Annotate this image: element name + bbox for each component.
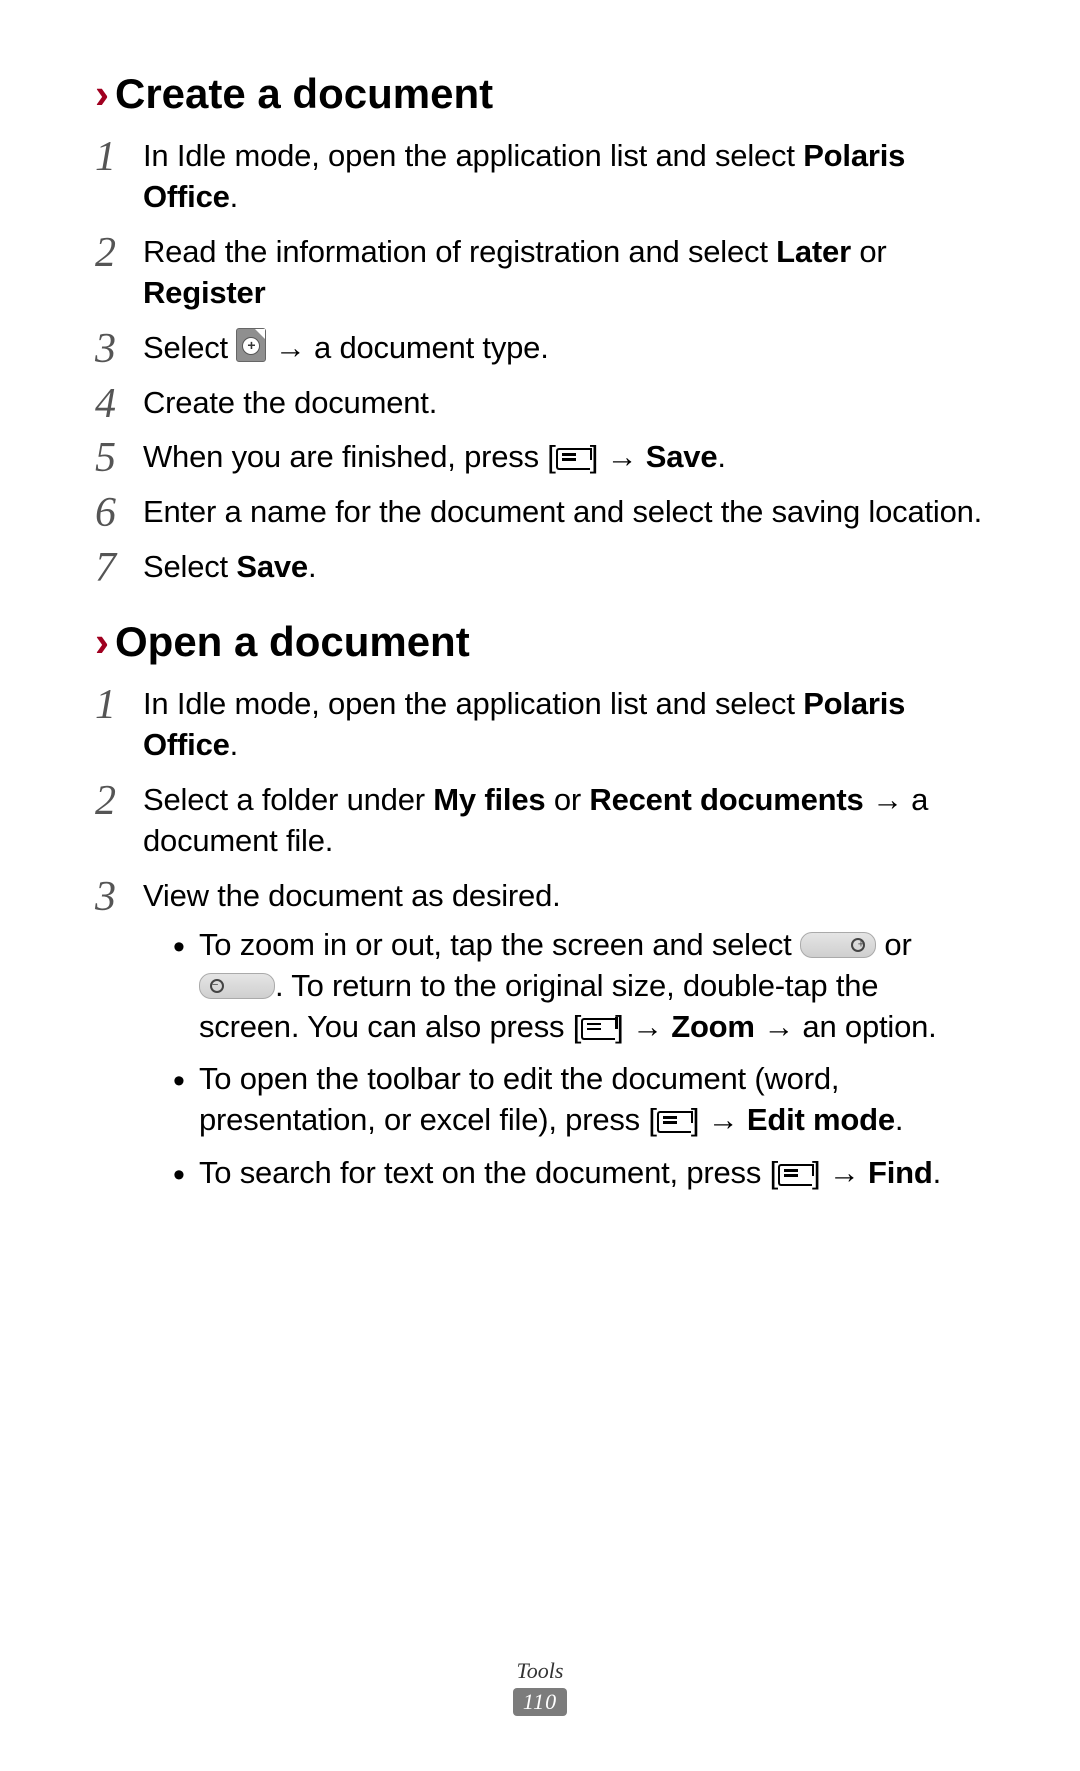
menu-key-icon [581, 1018, 615, 1040]
step-text: View the document as desired. [143, 878, 561, 913]
manual-page: ›Create a document 1 In Idle mode, open … [0, 0, 1080, 1771]
step-text: . [717, 439, 725, 474]
heading-text: Create a document [115, 70, 493, 117]
heading-create-document: ›Create a document [95, 70, 985, 118]
chevron-right-icon: › [95, 70, 109, 117]
step-item: 7 Select Save. [95, 547, 985, 588]
menu-key-icon [778, 1164, 812, 1186]
steps-create: 1 In Idle mode, open the application lis… [95, 136, 985, 588]
heading-text: Open a document [115, 618, 470, 665]
bold-text: Save [236, 549, 308, 584]
step-text: In Idle mode, open the application list … [143, 138, 803, 173]
bold-text: Find [868, 1155, 933, 1190]
step-item: 1 In Idle mode, open the application lis… [95, 136, 985, 218]
bullet-item: To open the toolbar to edit the document… [171, 1059, 985, 1141]
step-text: When you are finished, press [ [143, 439, 556, 474]
step-item: 5 When you are finished, press [] → Save… [95, 437, 985, 478]
step-text: ] → [590, 439, 646, 474]
page-number: 110 [513, 1688, 567, 1716]
step-text: → a document type. [266, 330, 548, 365]
step-text: . [230, 179, 238, 214]
zoom-in-icon [800, 932, 876, 958]
footer-section-label: Tools [0, 1658, 1080, 1684]
bullet-text: To zoom in or out, tap the screen and se… [199, 927, 800, 962]
step-text: Select a folder under [143, 782, 433, 817]
step-text: In Idle mode, open the application list … [143, 686, 803, 721]
step-item: 3 View the document as desired. To zoom … [95, 876, 985, 1194]
bullet-text: ] → [691, 1102, 747, 1137]
step-text: Select [143, 549, 236, 584]
bullet-text: ] → [615, 1009, 671, 1044]
bold-text: Register [143, 275, 265, 310]
step-text: . [308, 549, 316, 584]
step-item: 2 Select a folder under My files or Rece… [95, 780, 985, 862]
new-document-icon [236, 328, 266, 362]
step-text: or [851, 234, 887, 269]
bold-text: Recent documents [589, 782, 863, 817]
step-item: 1 In Idle mode, open the application lis… [95, 684, 985, 766]
menu-key-icon [657, 1111, 691, 1133]
bullet-item: To search for text on the document, pres… [171, 1153, 985, 1194]
bullet-text: ] → [812, 1155, 868, 1190]
step-item: 3 Select → a document type. [95, 328, 985, 369]
zoom-out-icon [199, 973, 275, 999]
bullet-item: To zoom in or out, tap the screen and se… [171, 925, 985, 1048]
bold-text: Edit mode [747, 1102, 895, 1137]
step-text: Read the information of registration and… [143, 234, 776, 269]
step-item: 2 Read the information of registration a… [95, 232, 985, 314]
substeps: To zoom in or out, tap the screen and se… [171, 925, 985, 1194]
bold-text: Zoom [671, 1009, 755, 1044]
step-text: or [545, 782, 589, 817]
bold-text: My files [433, 782, 545, 817]
bold-text: Save [646, 439, 718, 474]
steps-open: 1 In Idle mode, open the application lis… [95, 684, 985, 1194]
bullet-text: or [876, 927, 912, 962]
bullet-text: → an option. [755, 1009, 937, 1044]
bullet-text: . [933, 1155, 941, 1190]
chevron-right-icon: › [95, 618, 109, 665]
step-text: Create the document. [143, 385, 437, 420]
bold-text: Later [776, 234, 851, 269]
step-text: . [230, 727, 238, 762]
bullet-text: To search for text on the document, pres… [199, 1155, 778, 1190]
heading-open-document: ›Open a document [95, 618, 985, 666]
menu-key-icon [556, 448, 590, 470]
bullet-text: . [895, 1102, 903, 1137]
step-text: Select [143, 330, 236, 365]
step-item: 4 Create the document. [95, 383, 985, 424]
step-text: Enter a name for the document and select… [143, 494, 982, 529]
step-item: 6 Enter a name for the document and sele… [95, 492, 985, 533]
page-footer: Tools 110 [0, 1658, 1080, 1716]
